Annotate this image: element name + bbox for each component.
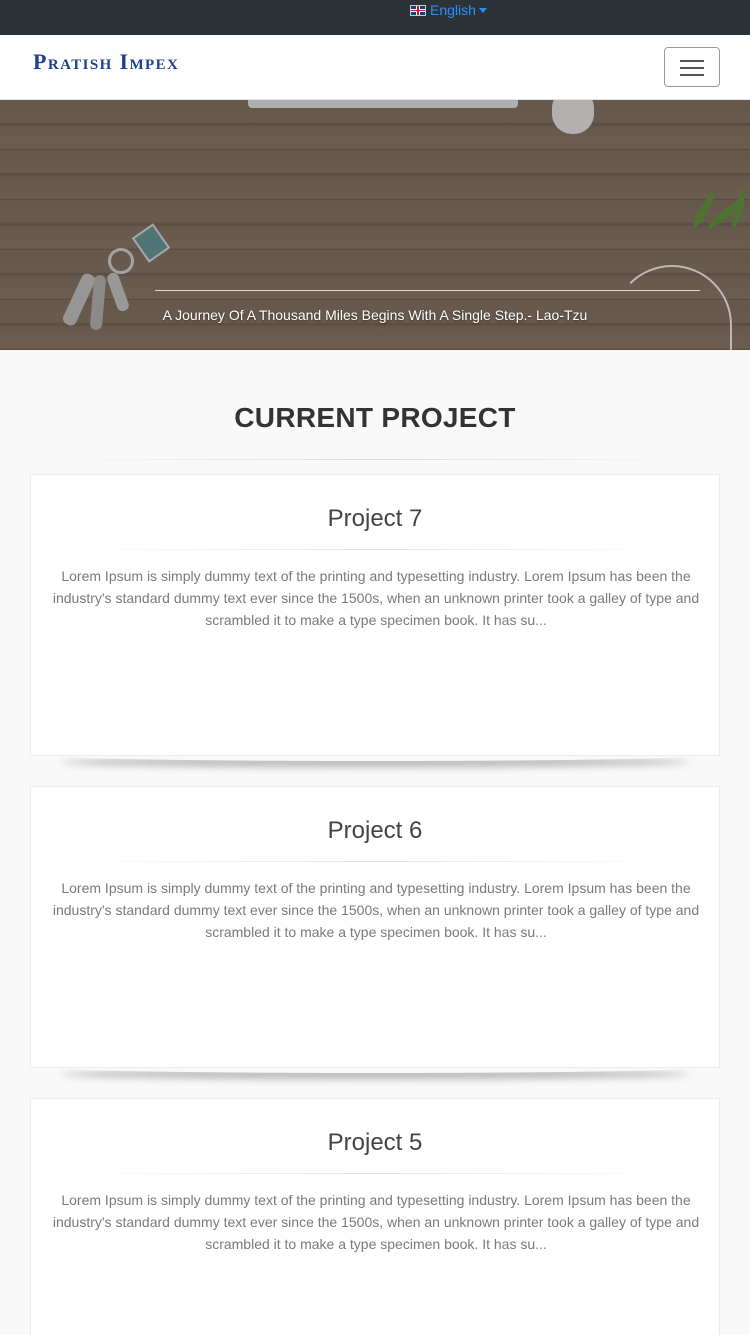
project-excerpt: Lorem Ipsum is simply dummy text of the … <box>52 880 700 940</box>
project-title[interactable]: Project 6 <box>31 817 719 845</box>
navbar: Pratish Impex <box>0 35 750 100</box>
section-title: CURRENT PROJECT <box>0 402 750 434</box>
language-label[interactable]: English <box>430 1 476 19</box>
project-title[interactable]: Project 7 <box>31 505 719 533</box>
project-title[interactable]: Project 5 <box>31 1129 719 1157</box>
hamburger-menu-icon <box>680 60 704 62</box>
caret-down-icon[interactable] <box>478 8 487 13</box>
brand-logo[interactable]: Pratish Impex <box>33 49 179 75</box>
card-divider <box>81 549 671 550</box>
uk-flag-icon <box>410 4 426 16</box>
section-title-bold: PROJECT <box>381 402 516 433</box>
hero-banner: A Journey Of A Thousand Miles Begins Wit… <box>0 100 750 350</box>
quote-divider <box>155 290 700 291</box>
hero-quote: A Journey Of A Thousand Miles Begins Wit… <box>162 307 588 323</box>
project-excerpt: Lorem Ipsum is simply dummy text of the … <box>52 1192 700 1252</box>
project-card[interactable]: Project 5 Lorem Ipsum is simply dummy te… <box>30 1098 720 1335</box>
section-title-light: CURRENT <box>234 402 382 433</box>
project-excerpt: Lorem Ipsum is simply dummy text of the … <box>52 568 700 628</box>
menu-toggle-button[interactable] <box>664 47 720 87</box>
card-divider <box>81 861 671 862</box>
project-card[interactable]: Project 6 Lorem Ipsum is simply dummy te… <box>30 786 720 1068</box>
top-bar: English <box>0 0 750 35</box>
project-card[interactable]: Project 7 Lorem Ipsum is simply dummy te… <box>30 474 720 756</box>
section-divider <box>60 459 690 460</box>
language-selector[interactable]: English <box>410 1 487 19</box>
card-divider <box>81 1173 671 1174</box>
